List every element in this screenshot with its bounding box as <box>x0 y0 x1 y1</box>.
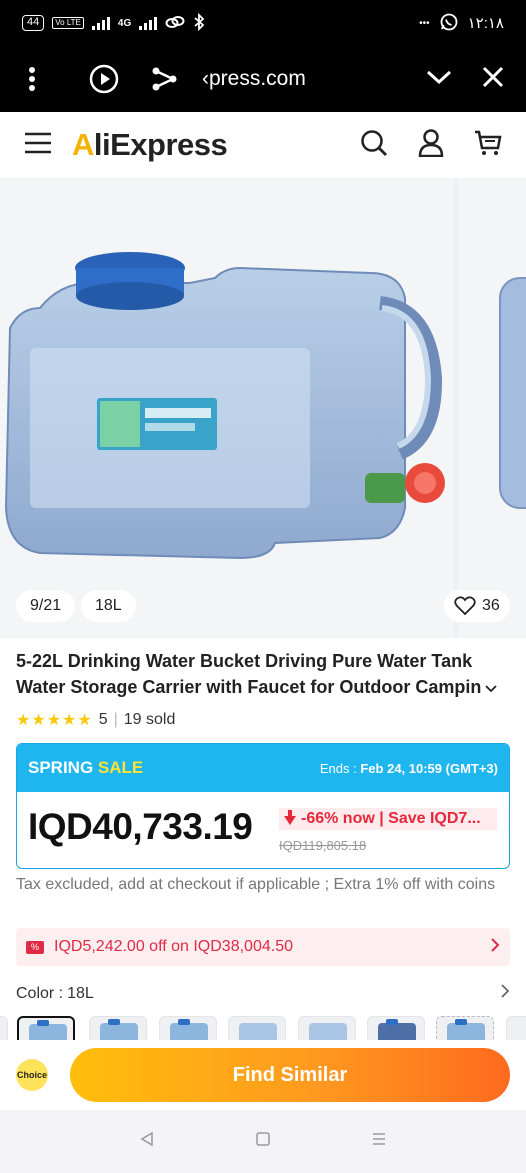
variant-thumb[interactable] <box>89 1016 147 1040</box>
link-icon <box>165 14 185 33</box>
variant-thumb[interactable] <box>0 1016 8 1040</box>
hamburger-icon[interactable] <box>24 131 52 160</box>
bluetooth-icon <box>193 12 205 34</box>
choice-badge[interactable]: Choice <box>16 1059 48 1091</box>
chevron-down-icon[interactable] <box>426 69 452 90</box>
sale-label: SPRING SALE <box>28 758 144 777</box>
network-type: 4G <box>117 17 132 29</box>
signal-icon <box>91 16 110 30</box>
back-icon[interactable] <box>139 1131 155 1152</box>
variant-thumbnails <box>0 1016 526 1040</box>
title-line-2: Water Storage Carrier with Faucet for Ou… <box>16 677 482 697</box>
search-icon[interactable] <box>360 129 388 162</box>
aliexpress-logo[interactable]: AliExpress <box>72 127 228 163</box>
volte-icon: Vo LTE <box>52 17 84 29</box>
signal-icon-2 <box>139 16 158 30</box>
sale-header: SPRING SALE Ends : Feb 24, 10:59 (GMT+3) <box>17 744 509 792</box>
expand-chevron-icon[interactable] <box>485 674 498 700</box>
logo-text: liExpress <box>93 127 228 162</box>
sale-ends: Ends : Feb 24, 10:59 (GMT+3) <box>319 760 498 776</box>
menu-dots-icon[interactable] <box>22 57 42 101</box>
variant-thumb[interactable] <box>228 1016 286 1040</box>
whatsapp-icon <box>440 13 458 34</box>
next-product-image[interactable] <box>458 178 526 638</box>
color-value: 18L <box>67 984 94 1002</box>
discount-badge: -66% now | Save IQD7... <box>279 808 497 830</box>
product-image[interactable] <box>0 178 454 638</box>
image-counter: 9/21 <box>16 590 76 622</box>
variant-thumb-selected[interactable] <box>17 1016 75 1040</box>
coupon-text: IQD5,242.00 off on IQD38,004.50 <box>54 938 293 955</box>
product-gallery[interactable]: 9/21 18L 36 <box>0 178 526 638</box>
separator: | <box>113 711 118 728</box>
variant-thumb[interactable] <box>298 1016 356 1040</box>
current-price: IQD40,733.19 <box>28 806 253 847</box>
title-line-1: 5-22L Drinking Water Bucket Driving Pure… <box>16 651 473 671</box>
share-icon[interactable] <box>142 57 186 101</box>
find-similar-button[interactable]: Find Similar <box>70 1048 510 1102</box>
wishlist-button[interactable]: 36 <box>444 590 510 622</box>
down-arrow-icon <box>283 808 297 830</box>
more-dots: ••• <box>419 17 430 29</box>
variant-thumb[interactable] <box>159 1016 217 1040</box>
user-icon[interactable] <box>418 128 444 162</box>
chevron-right-icon <box>500 984 510 1003</box>
variant-pill[interactable]: 18L <box>81 590 136 622</box>
variant-thumb[interactable] <box>367 1016 425 1040</box>
chevron-right-icon <box>490 937 500 957</box>
heart-icon <box>454 596 476 616</box>
play-icon[interactable] <box>82 57 126 101</box>
rating-value: 5 <box>98 711 108 728</box>
system-nav-bar <box>0 1110 526 1173</box>
variant-thumb[interactable] <box>506 1016 526 1040</box>
color-selector[interactable]: Color : 18L <box>16 984 510 1003</box>
url-text[interactable]: ‹press.com <box>202 67 426 91</box>
color-label: Color : <box>16 984 64 1002</box>
spring-sale-box: SPRING SALE Ends : Feb 24, 10:59 (GMT+3)… <box>16 743 510 869</box>
app-header: AliExpress <box>0 112 526 178</box>
bottom-action-bar: Choice Find Similar <box>0 1040 526 1110</box>
clock: ١٢:١٨ <box>467 15 504 32</box>
star-rating: ★★★★★ <box>16 712 93 729</box>
rating-row[interactable]: ★★★★★ 5 | 19 sold <box>16 710 175 730</box>
status-bar: 44 Vo LTE 4G ••• ١٢:١٨ <box>0 0 526 46</box>
browser-toolbar: ‹press.com <box>0 46 526 112</box>
original-price: IQD119,805.18 <box>279 838 367 853</box>
product-title[interactable]: 5-22L Drinking Water Bucket Driving Pure… <box>16 648 510 700</box>
coupon-icon: % <box>26 940 44 954</box>
tax-note: Tax excluded, add at checkout if applica… <box>16 876 496 893</box>
wishlist-count: 36 <box>482 597 500 614</box>
battery-indicator: 44 <box>22 15 45 31</box>
recents-icon[interactable] <box>371 1131 387 1152</box>
coupon-row[interactable]: % IQD5,242.00 off on IQD38,004.50 <box>16 928 510 966</box>
home-icon[interactable] <box>255 1131 271 1152</box>
cart-icon[interactable] <box>474 129 502 162</box>
variant-thumb[interactable] <box>436 1016 494 1040</box>
logo-accent: A <box>72 127 94 162</box>
close-icon[interactable] <box>482 66 504 93</box>
sold-count: 19 sold <box>123 711 176 728</box>
